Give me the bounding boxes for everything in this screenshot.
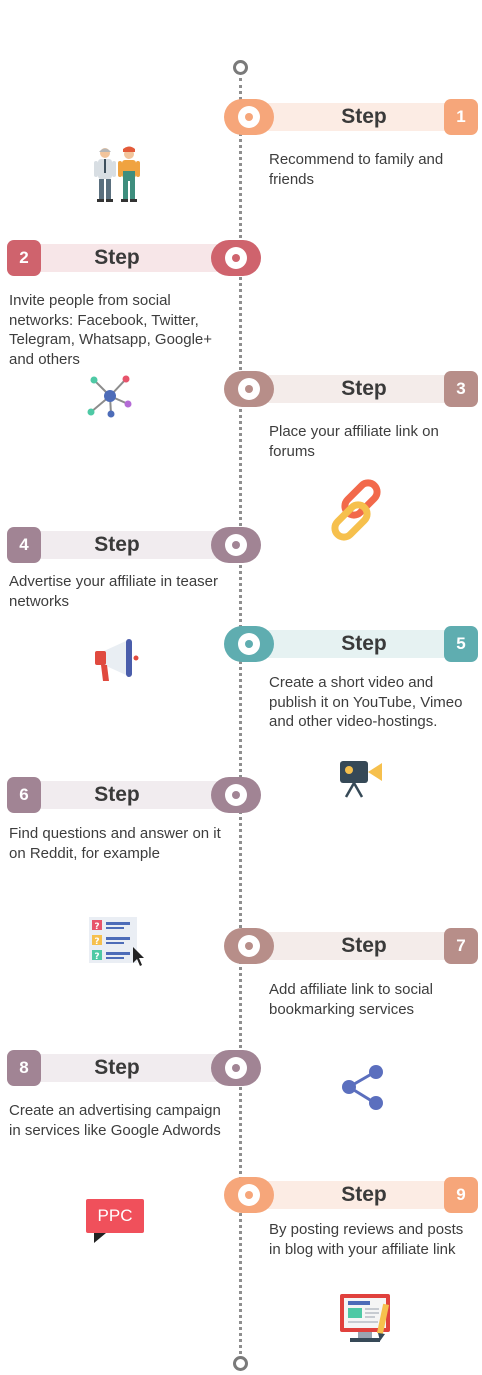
step-1-label: Step bbox=[341, 105, 387, 128]
step-4-text: Advertise your affiliate in teaser netwo… bbox=[9, 573, 218, 610]
step-8-text: Create an advertising campaign in servic… bbox=[9, 1102, 221, 1139]
ppc-label: PPC bbox=[86, 1199, 144, 1233]
step-6-header: 6 Step bbox=[7, 777, 261, 813]
step-8-header: 8 Step bbox=[7, 1050, 261, 1086]
svg-text:?: ? bbox=[94, 952, 99, 962]
step-7-text: Add affiliate link to social bookmarking… bbox=[269, 981, 433, 1018]
step-1-number: 1 bbox=[444, 99, 478, 135]
step-9-text: By posting reviews and posts in blog wit… bbox=[269, 1221, 464, 1258]
step-7-label: Step bbox=[341, 934, 387, 957]
step-6-text: Find questions and answer on it on Reddi… bbox=[9, 825, 221, 862]
chain-link-icon bbox=[331, 479, 381, 541]
step-7-number: 7 bbox=[444, 928, 478, 964]
step-9-label: Step bbox=[341, 1183, 387, 1206]
questions-icon: ? ? ? bbox=[89, 917, 144, 966]
step-4-number: 4 bbox=[7, 527, 41, 563]
step-8-label: Step bbox=[94, 1056, 140, 1079]
step-1-text: Recommend to family and friends bbox=[269, 151, 444, 188]
step-3-text: Place your affiliate link on forums bbox=[269, 423, 439, 460]
step-1-header: Step 1 bbox=[224, 99, 478, 135]
step-4-header: 4 Step bbox=[7, 527, 261, 563]
step-2-text: Invite people from social networks: Face… bbox=[9, 292, 213, 368]
video-camera-icon bbox=[340, 761, 382, 798]
blog-icon bbox=[340, 1294, 390, 1342]
step-2-number: 2 bbox=[7, 240, 41, 276]
ppc-icon: PPC bbox=[86, 1199, 146, 1247]
step-8-number: 8 bbox=[7, 1050, 41, 1086]
step-3-header: Step 3 bbox=[224, 371, 478, 407]
step-5-text: Create a short video and publish it on Y… bbox=[269, 674, 463, 730]
step-3-label: Step bbox=[341, 377, 387, 400]
share-icon bbox=[342, 1065, 383, 1110]
step-3-number: 3 bbox=[444, 371, 478, 407]
network-icon bbox=[87, 375, 132, 418]
people-icon bbox=[94, 146, 140, 202]
step-6-number: 6 bbox=[7, 777, 41, 813]
timeline-end-dot bbox=[233, 1356, 248, 1371]
step-2-label: Step bbox=[94, 246, 140, 269]
step-9-number: 9 bbox=[444, 1177, 478, 1213]
megaphone-icon bbox=[95, 639, 139, 681]
svg-text:?: ? bbox=[94, 937, 99, 947]
step-7-header: Step 7 bbox=[224, 928, 478, 964]
timeline-start-dot bbox=[233, 60, 248, 75]
step-2-header: 2 Step bbox=[7, 240, 261, 276]
step-4-label: Step bbox=[94, 533, 140, 556]
step-5-label: Step bbox=[341, 632, 387, 655]
step-5-number: 5 bbox=[444, 626, 478, 662]
step-9-header: Step 9 bbox=[224, 1177, 478, 1213]
step-5-header: Step 5 bbox=[224, 626, 478, 662]
ppc-pointer bbox=[94, 1233, 106, 1243]
svg-text:?: ? bbox=[94, 922, 99, 932]
step-6-label: Step bbox=[94, 783, 140, 806]
